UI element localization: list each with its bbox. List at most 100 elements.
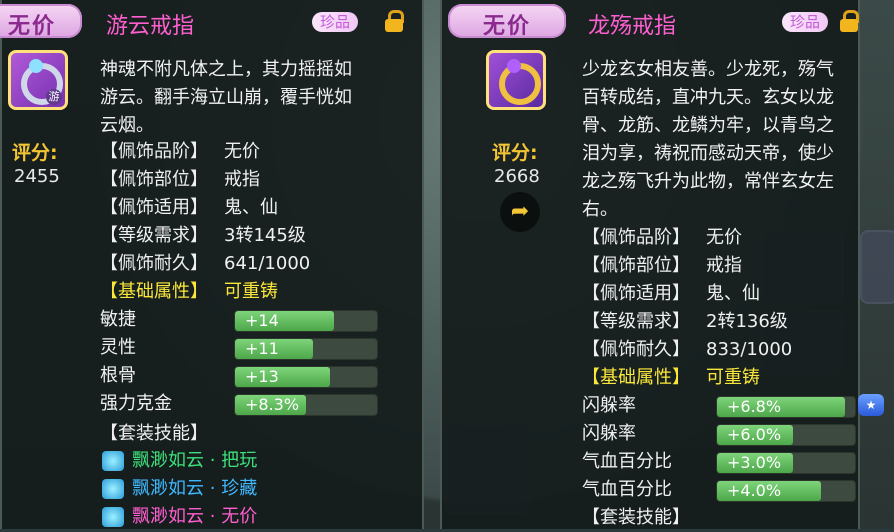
attribute-bar: +14 [234, 310, 378, 332]
attribute-value: +6.8% [727, 397, 782, 416]
item-icon[interactable] [486, 50, 546, 110]
set-skill-row[interactable]: 飘渺如云 · 把玩 [102, 448, 257, 474]
attribute-value: +3.0% [727, 453, 782, 472]
attribute-name: 气血百分比 [582, 451, 672, 472]
basic-attributes-row: 【基础属性】 可重铸 [100, 278, 278, 306]
property-label: 【佩饰耐久】 [582, 339, 690, 360]
attribute-name: 强力克金 [100, 393, 172, 414]
score-value: 2455 [14, 166, 60, 187]
item-tooltip-right: 无价 龙殇戒指 珍品 评分: 2668 ➦ 少龙玄女相友善。少龙死，殇气 百转成… [440, 0, 860, 529]
attribute-name: 闪躲率 [582, 395, 636, 416]
skill-separator: · [209, 506, 216, 527]
property-row: 【佩饰部位】 戒指 [582, 252, 742, 280]
description-line: 龙之殇飞升为此物，常伴玄女左 [582, 171, 834, 192]
property-value: 鬼、仙 [224, 197, 278, 218]
property-row: 【等级需求】 3转145级 [100, 222, 306, 250]
property-row: 【佩饰部位】 戒指 [100, 166, 260, 194]
grade-ribbon: 无价 [448, 4, 566, 39]
basic-attributes-label: 【基础属性】 [100, 281, 208, 302]
skill-separator: · [209, 478, 216, 499]
attribute-value: +8.3% [245, 395, 300, 414]
attribute-bar: +8.3% [234, 394, 378, 416]
property-row: 【佩饰品阶】 无价 [100, 138, 260, 166]
attribute-name: 气血百分比 [582, 479, 672, 500]
attribute-bar: +4.0% [716, 480, 856, 502]
item-icon[interactable]: 游 [8, 50, 68, 110]
attribute-value: +11 [245, 339, 279, 358]
basic-attributes-value: 可重铸 [224, 281, 278, 302]
set-skills-label: 【套装技能】 [100, 423, 208, 444]
attribute-bar: +6.0% [716, 424, 856, 446]
level-badge-icon: ★ [858, 394, 884, 416]
gem-icon [29, 59, 43, 73]
skill-icon [102, 507, 124, 527]
property-row: 【佩饰适用】 鬼、仙 [100, 194, 278, 222]
description-line: 泪为享，祷祝而感动天帝，使少 [582, 143, 834, 164]
skill-separator: · [209, 450, 216, 471]
grade-tag: 珍品 [782, 12, 829, 32]
skill-name: 飘渺如云 [132, 478, 204, 499]
background-item-slot [860, 230, 894, 304]
property-value: 无价 [224, 141, 260, 162]
property-label: 【佩饰部位】 [100, 169, 208, 190]
set-skill-row[interactable]: 飘渺如云 · 珍藏 [102, 476, 257, 502]
description-line: 百转成结，直冲九天。玄女以龙 [582, 87, 834, 108]
description-line: 游云。翻手海立山崩，覆手恍如 [100, 87, 352, 108]
skill-tier: 无价 [221, 506, 258, 527]
property-row: 【佩饰耐久】 833/1000 [582, 336, 792, 364]
description-line: 神魂不附凡体之上，其力摇摇如 [100, 59, 352, 80]
property-label: 【佩饰适用】 [100, 197, 208, 218]
score-label: 评分: [492, 142, 538, 164]
item-title: 龙殇戒指 [588, 14, 677, 39]
description-line: 少龙玄女相友善。少龙死，殇气 [582, 59, 834, 80]
basic-attributes-value: 可重铸 [706, 367, 760, 388]
skill-name: 飘渺如云 [132, 506, 204, 527]
property-label: 【佩饰耐久】 [100, 253, 208, 274]
property-value: 无价 [706, 227, 742, 248]
property-label: 【佩饰部位】 [582, 255, 690, 276]
property-value: 鬼、仙 [706, 283, 760, 304]
attribute-name: 根骨 [100, 365, 136, 386]
item-description: 少龙玄女相友善。少龙死，殇气 百转成结，直冲九天。玄女以龙 骨、龙筋、龙鳞为牢，… [582, 56, 858, 224]
item-title: 游云戒指 [106, 14, 195, 39]
skill-tier: 珍藏 [221, 478, 258, 499]
description-line: 云烟。 [100, 115, 154, 136]
description-line: 骨、龙筋、龙鳞为牢，以青鸟之 [582, 115, 834, 136]
property-value: 833/1000 [706, 339, 793, 360]
property-value: 戒指 [706, 255, 742, 276]
grade-tag: 珍品 [312, 12, 359, 32]
lock-icon[interactable] [840, 10, 859, 32]
attribute-value: +13 [245, 367, 279, 386]
skill-icon [102, 451, 124, 471]
score-value: 2668 [494, 166, 540, 187]
lock-icon[interactable] [385, 10, 404, 32]
attribute-name: 灵性 [100, 337, 136, 358]
set-skills-label: 【套装技能】 [582, 507, 690, 528]
skill-name: 飘渺如云 [132, 450, 204, 471]
property-row: 【等级需求】 2转136级 [582, 308, 788, 336]
item-icon-tag: 游 [46, 89, 62, 105]
grade-ribbon-label: 无价 [7, 14, 56, 39]
description-line: 右。 [582, 199, 618, 220]
property-value: 戒指 [224, 169, 260, 190]
attribute-value: +14 [245, 311, 279, 330]
share-icon[interactable]: ➦ [500, 192, 540, 232]
attribute-value: +6.0% [727, 425, 782, 444]
basic-attributes-row: 【基础属性】 可重铸 [582, 364, 760, 392]
property-label: 【佩饰适用】 [582, 283, 690, 304]
property-value: 641/1000 [224, 253, 311, 274]
set-skill-row[interactable]: 飘渺如云 · 无价 [102, 504, 257, 530]
property-value: 2转136级 [706, 311, 788, 332]
property-label: 【等级需求】 [100, 225, 208, 246]
gem-icon [507, 59, 521, 73]
property-label: 【佩饰品阶】 [100, 141, 208, 162]
attribute-bar: +3.0% [716, 452, 856, 474]
attribute-bar: +11 [234, 338, 378, 360]
property-row: 【佩饰耐久】 641/1000 [100, 250, 310, 278]
property-row: 【佩饰品阶】 无价 [582, 224, 742, 252]
property-label: 【佩饰品阶】 [582, 227, 690, 248]
property-value: 3转145级 [224, 225, 306, 246]
basic-attributes-label: 【基础属性】 [582, 367, 690, 388]
attribute-bar: +13 [234, 366, 378, 388]
skill-tier: 把玩 [221, 450, 258, 471]
